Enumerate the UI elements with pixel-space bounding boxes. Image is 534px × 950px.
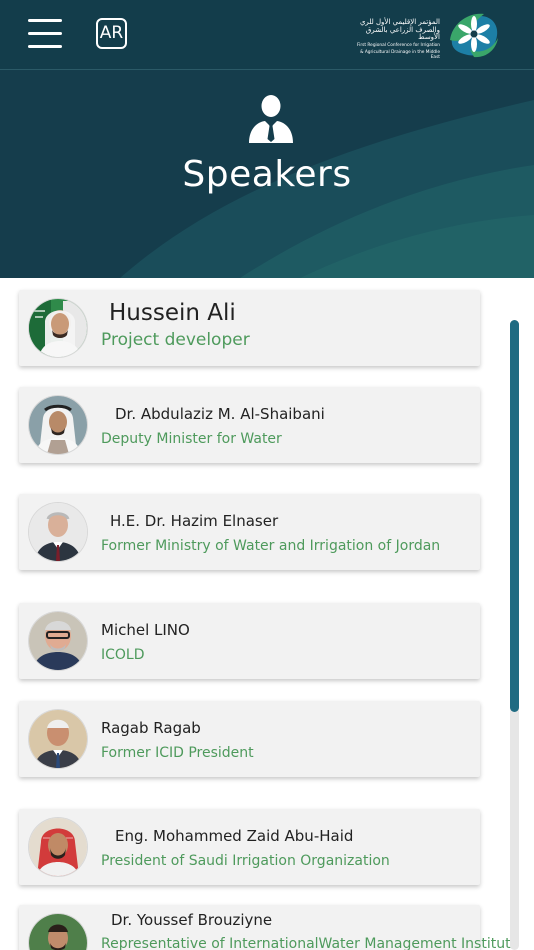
speaker-role: Representative of InternationalWater Man… — [101, 936, 520, 950]
speaker-avatar — [29, 612, 87, 670]
speaker-avatar — [29, 299, 87, 357]
speaker-name: Ragab Ragab — [101, 719, 201, 737]
speaker-name: Hussein Ali — [109, 300, 236, 326]
top-app-bar: AR المؤتمر الإقليمي الأول للري والصرف ال… — [0, 0, 534, 70]
speaker-card[interactable]: Michel LINO ICOLD — [19, 603, 480, 679]
speaker-avatar — [29, 710, 87, 768]
language-toggle-button[interactable]: AR — [96, 18, 127, 49]
speaker-role: Project developer — [101, 330, 250, 350]
speaker-card[interactable]: Ragab Ragab Former ICID President — [19, 701, 480, 777]
speaker-role: Former Ministry of Water and Irrigation … — [101, 538, 441, 554]
speakers-list[interactable]: Hussein Ali Project developer Dr. Abdula… — [0, 278, 534, 950]
speaker-role: ICOLD — [101, 647, 145, 663]
speaker-avatar — [29, 818, 87, 876]
speaker-role: Deputy Minister for Water — [101, 431, 282, 447]
speaker-role: Former ICID President — [101, 745, 254, 761]
speaker-card[interactable]: Eng. Mohammed Zaid Abu-Haid President of… — [19, 809, 480, 885]
speaker-role: President of Saudi Irrigation Organizati… — [101, 853, 390, 869]
speaker-name: Michel LINO — [101, 621, 190, 639]
speaker-name: Dr. Abdulaziz M. Al-Shaibani — [115, 405, 325, 423]
speaker-avatar — [29, 914, 87, 950]
logo-english-line1: First Regional Conference for Irrigation — [356, 43, 440, 49]
speaker-person-icon — [249, 95, 293, 143]
logo-arabic-line2: والصرف الزراعي بالشرق الأوسط — [365, 25, 440, 42]
speaker-avatar — [29, 503, 87, 561]
speaker-avatar — [29, 396, 87, 454]
list-scrollbar[interactable] — [510, 320, 519, 950]
speaker-name: Dr. Youssef Brouziyne — [111, 911, 273, 929]
hamburger-menu-icon[interactable] — [28, 19, 62, 49]
speaker-card[interactable]: Hussein Ali Project developer — [19, 290, 480, 366]
list-scrollbar-thumb[interactable] — [510, 320, 519, 712]
speaker-card[interactable]: Dr. Abdulaziz M. Al-Shaibani Deputy Mini… — [19, 387, 480, 463]
speaker-card[interactable]: Dr. Youssef Brouziyne Representative of … — [19, 905, 519, 950]
conference-logo-icon[interactable] — [446, 10, 502, 60]
speakers-hero-banner: Speakers — [0, 70, 534, 278]
page-title: Speakers — [182, 154, 352, 195]
logo-english-line2: & Agricultural Drainage in the Middle Ea… — [360, 49, 440, 60]
conference-logo-text: المؤتمر الإقليمي الأول للري والصرف الزرا… — [352, 18, 440, 60]
speaker-name: H.E. Dr. Hazim Elnaser — [110, 512, 279, 530]
speaker-card[interactable]: H.E. Dr. Hazim Elnaser Former Ministry o… — [19, 494, 480, 570]
speaker-name: Eng. Mohammed Zaid Abu-Haid — [115, 827, 354, 845]
